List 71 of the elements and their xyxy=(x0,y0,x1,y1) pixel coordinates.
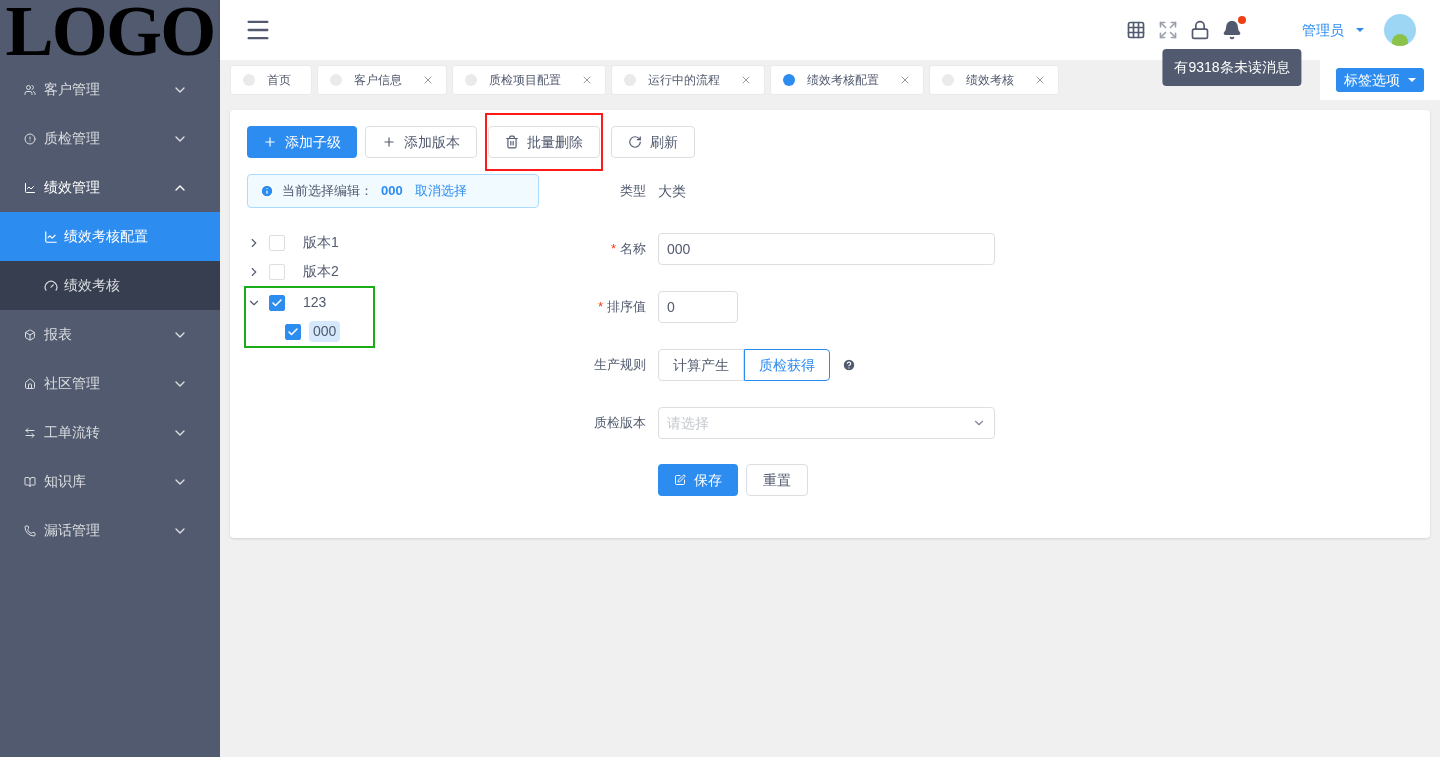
page-tab[interactable]: 绩效考核 xyxy=(929,65,1059,95)
toolbar-button[interactable]: 添加版本 xyxy=(365,126,477,158)
close-icon[interactable] xyxy=(1034,74,1046,86)
sidebar-item[interactable]: 质检管理 xyxy=(0,114,220,163)
toolbar-button[interactable]: 刷新 xyxy=(611,126,695,158)
plus-icon xyxy=(382,135,396,149)
sidebar-item[interactable]: 社区管理 xyxy=(0,359,220,408)
sidebar-subitem[interactable]: 绩效考核 xyxy=(0,261,220,310)
field-label: 质检版本 xyxy=(594,414,646,433)
fullscreen-icon[interactable] xyxy=(1158,20,1178,40)
page-tab[interactable]: 质检项目配置 xyxy=(452,65,606,95)
sort-input[interactable]: 0 xyxy=(658,291,738,323)
tree-node-label[interactable]: 版本2 xyxy=(297,261,345,282)
help-icon[interactable] xyxy=(842,358,856,372)
page-tab[interactable]: 首页 xyxy=(230,65,312,95)
radio-button[interactable]: 质检获得 xyxy=(744,349,830,381)
avatar[interactable] xyxy=(1384,14,1416,46)
alert-icon xyxy=(24,132,36,145)
swap-arrows-icon xyxy=(24,426,36,439)
edit-icon xyxy=(674,474,686,486)
sidebar-item[interactable]: 绩效管理 xyxy=(0,163,220,212)
tree-node-label[interactable]: 123 xyxy=(297,292,333,313)
users-icon xyxy=(24,83,36,96)
info-icon xyxy=(260,184,274,198)
tree-node-label[interactable]: 000 xyxy=(309,321,341,342)
box-icon xyxy=(24,328,36,341)
field-label: 类型 xyxy=(620,182,646,201)
refresh-icon xyxy=(628,135,642,149)
radio-button[interactable]: 计算产生 xyxy=(658,349,744,381)
phone-icon xyxy=(24,524,36,537)
required-mark: * xyxy=(597,298,603,317)
close-icon[interactable] xyxy=(740,74,752,86)
logo: LOGO xyxy=(5,0,215,67)
toolbar-button[interactable]: 批量删除 xyxy=(488,126,600,158)
check-icon xyxy=(271,296,283,309)
check-icon xyxy=(287,325,299,338)
selected-value: 000 xyxy=(381,182,403,201)
lock-icon[interactable] xyxy=(1190,20,1210,40)
chart-icon xyxy=(24,181,36,194)
reset-button[interactable]: 重置 xyxy=(746,464,808,496)
page-tab[interactable]: 运行中的流程 xyxy=(611,65,765,95)
sidebar-item[interactable]: 报表 xyxy=(0,310,220,359)
plus-icon xyxy=(263,135,277,149)
close-icon[interactable] xyxy=(422,74,434,86)
chart-icon xyxy=(44,229,58,244)
checkbox[interactable] xyxy=(285,323,301,340)
field-label: 名称 xyxy=(620,240,646,259)
bell-icon[interactable] xyxy=(1222,20,1242,40)
sidebar-item[interactable]: 漏话管理 xyxy=(0,506,220,555)
sidebar-item[interactable]: 工单流转 xyxy=(0,408,220,457)
checkbox[interactable] xyxy=(269,294,285,311)
tree-node-label[interactable]: 版本1 xyxy=(297,232,345,253)
house-icon xyxy=(24,377,36,390)
name-input[interactable]: 000 xyxy=(658,233,995,265)
gauge-icon xyxy=(44,278,58,293)
close-icon[interactable] xyxy=(581,74,593,86)
page-tab[interactable]: 绩效考核配置 xyxy=(770,65,924,95)
trash-icon xyxy=(505,135,519,149)
sidebar-item[interactable]: 知识库 xyxy=(0,457,220,506)
notification-tooltip: 有9318条未读消息 xyxy=(1162,49,1302,86)
close-icon[interactable] xyxy=(899,74,911,86)
field-label: 生产规则 xyxy=(594,356,646,375)
field-value: 大类 xyxy=(658,181,686,201)
page-tab[interactable]: 客户信息 xyxy=(317,65,447,95)
grid-icon[interactable] xyxy=(1126,20,1146,40)
book-icon xyxy=(24,475,36,488)
alert-text: 当前选择编辑： xyxy=(282,182,373,201)
sidebar-item[interactable]: 客户管理 xyxy=(0,65,220,114)
field-label: 排序值 xyxy=(607,298,646,317)
user-menu[interactable]: 管理员 xyxy=(1302,19,1364,41)
required-mark: * xyxy=(610,240,616,259)
